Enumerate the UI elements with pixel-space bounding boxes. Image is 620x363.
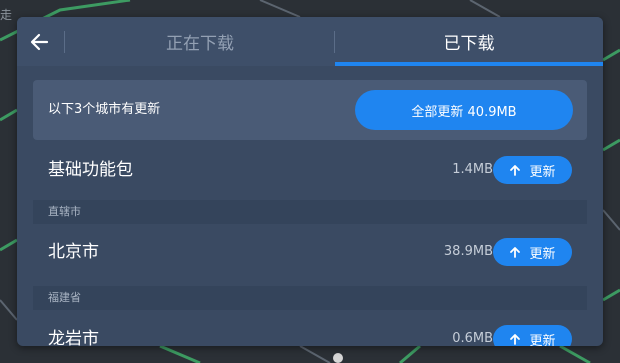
- update-all-button[interactable]: 全部更新 40.9MB: [355, 90, 573, 130]
- package-name: 基础功能包: [48, 160, 133, 180]
- update-button-label: 更新: [529, 333, 556, 347]
- header-divider: [64, 31, 65, 53]
- arrow-up-icon: [510, 247, 521, 258]
- panel-header: 正在下载 已下载: [17, 17, 603, 66]
- arrow-up-icon: [510, 334, 521, 345]
- update-button[interactable]: 更新: [493, 156, 572, 184]
- city-name: 龙岩市: [48, 329, 99, 346]
- city-size: 38.9MB: [443, 244, 493, 259]
- list-item: 北京市 38.9MB 更新: [33, 230, 587, 274]
- arrow-up-icon: [510, 165, 521, 176]
- update-button-label: 更新: [529, 246, 556, 262]
- map-road-label: 走: [0, 8, 13, 22]
- back-button[interactable]: [25, 27, 55, 57]
- section-header: 福建省: [33, 286, 587, 310]
- city-name: 北京市: [48, 242, 99, 262]
- tab-downloaded[interactable]: 已下载: [335, 17, 603, 66]
- list-item: 基础功能包 1.4MB 更新: [33, 148, 587, 192]
- tab-downloading[interactable]: 正在下载: [66, 17, 334, 66]
- list-item: 龙岩市 0.6MB 更新: [33, 317, 587, 346]
- update-button[interactable]: 更新: [493, 325, 572, 346]
- section-header: 直辖市: [33, 200, 587, 224]
- downloaded-list[interactable]: 以下3个城市有更新 全部更新 40.9MB 基础功能包 1.4MB 更新 直辖市…: [33, 80, 587, 346]
- offline-map-panel: 正在下载 已下载 以下3个城市有更新 全部更新 40.9MB 基础功能包 1.4…: [17, 17, 603, 346]
- active-tab-indicator: [335, 62, 603, 66]
- update-button-label: 更新: [529, 164, 556, 180]
- update-button[interactable]: 更新: [493, 238, 572, 266]
- update-message: 以下3个城市有更新: [48, 102, 161, 117]
- package-size: 1.4MB: [452, 162, 493, 177]
- city-size: 0.6MB: [452, 331, 493, 346]
- arrow-left-icon: [30, 33, 49, 51]
- update-banner: 以下3个城市有更新 全部更新 40.9MB: [33, 80, 587, 140]
